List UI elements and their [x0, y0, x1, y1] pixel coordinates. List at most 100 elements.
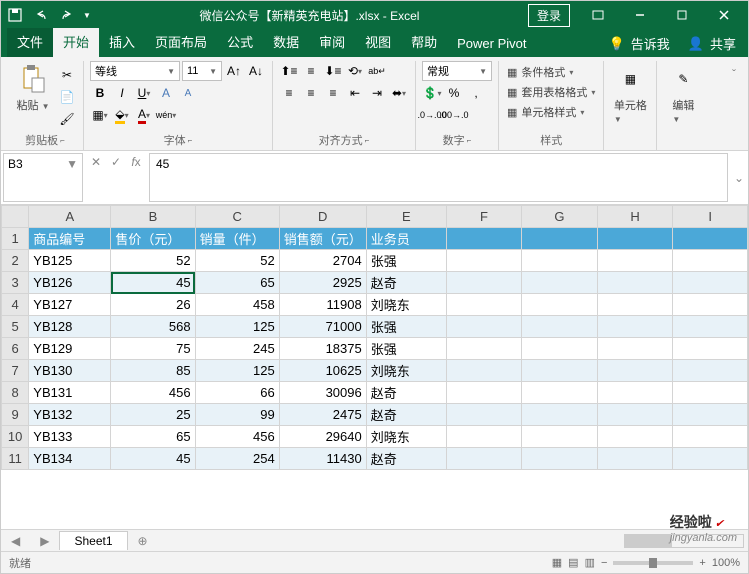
italic-button[interactable]: I	[112, 83, 132, 103]
header-cell[interactable]: 销售额（元）	[279, 228, 366, 250]
row-header[interactable]: 1	[2, 228, 29, 250]
header-cell[interactable]: 业务员	[366, 228, 446, 250]
decrease-font-icon[interactable]: A↓	[246, 61, 266, 81]
cell[interactable]: 2704	[279, 250, 366, 272]
cell[interactable]: 52	[195, 250, 279, 272]
worksheet[interactable]: ABCDEFGHI1商品编号售价（元）销量（件）销售额（元）业务员2YB1255…	[1, 205, 748, 529]
align-right-icon[interactable]: ≡	[323, 83, 343, 103]
indent-dec-icon[interactable]: ⇤	[345, 83, 365, 103]
row-header[interactable]: 6	[2, 338, 29, 360]
row-header[interactable]: 3	[2, 272, 29, 294]
cell[interactable]: 刘晓东	[366, 360, 446, 382]
orient-icon[interactable]: ⟲▾	[345, 61, 365, 81]
col-header[interactable]: D	[279, 206, 366, 228]
align-bot-icon[interactable]: ⬇≡	[323, 61, 343, 81]
cell[interactable]: 125	[195, 360, 279, 382]
increase-font-icon[interactable]: A↑	[224, 61, 244, 81]
cell[interactable]	[446, 294, 521, 316]
cell[interactable]	[522, 272, 598, 294]
ribbon-options-icon[interactable]	[578, 3, 618, 27]
align-top-icon[interactable]: ⬆≡	[279, 61, 299, 81]
dec-decimal-icon[interactable]: .00→.0	[444, 105, 464, 125]
cell[interactable]	[522, 294, 598, 316]
cell[interactable]	[597, 382, 673, 404]
cell[interactable]	[673, 404, 748, 426]
font-name-combo[interactable]: 等线▼	[90, 61, 180, 81]
header-cell[interactable]	[522, 228, 598, 250]
cell[interactable]: YB128	[29, 316, 111, 338]
cell[interactable]	[673, 250, 748, 272]
cancel-icon[interactable]: ✕	[87, 155, 105, 169]
cell[interactable]	[522, 426, 598, 448]
cell[interactable]: 赵奇	[366, 272, 446, 294]
font-color-icon[interactable]: A▾	[134, 105, 154, 125]
header-cell[interactable]: 销量（件）	[195, 228, 279, 250]
cells-button[interactable]: ▦单元格▼	[610, 61, 650, 127]
tab-formula[interactable]: 公式	[217, 28, 263, 57]
cell[interactable]: 29640	[279, 426, 366, 448]
cell[interactable]	[446, 404, 521, 426]
cell[interactable]	[522, 250, 598, 272]
cell[interactable]	[597, 448, 673, 470]
cell[interactable]: YB126	[29, 272, 111, 294]
cell[interactable]: 458	[195, 294, 279, 316]
cell[interactable]	[597, 404, 673, 426]
name-box[interactable]: B3▼	[3, 153, 83, 202]
cell[interactable]: 65	[195, 272, 279, 294]
collapse-ribbon-icon[interactable]: ˇ	[726, 61, 742, 150]
add-sheet-icon[interactable]: ⊕	[128, 534, 158, 548]
copy-icon[interactable]: 📄	[57, 87, 77, 107]
cell[interactable]: 65	[111, 426, 195, 448]
cell[interactable]	[446, 338, 521, 360]
zoom-level[interactable]: 100%	[712, 557, 740, 569]
tab-review[interactable]: 审阅	[309, 28, 355, 57]
undo-icon[interactable]	[31, 5, 51, 25]
wrap-icon[interactable]: ab↵	[367, 61, 387, 81]
col-header[interactable]: F	[446, 206, 521, 228]
cell[interactable]: 99	[195, 404, 279, 426]
currency-icon[interactable]: 💲▾	[422, 83, 442, 103]
cell[interactable]: 张强	[366, 316, 446, 338]
cell[interactable]: 2475	[279, 404, 366, 426]
percent-icon[interactable]: %	[444, 83, 464, 103]
underline-button[interactable]: U▾	[134, 83, 154, 103]
tab-layout[interactable]: 页面布局	[145, 28, 217, 57]
row-header[interactable]: 10	[2, 426, 29, 448]
cell[interactable]	[673, 272, 748, 294]
cell[interactable]: 125	[195, 316, 279, 338]
cell[interactable]	[522, 404, 598, 426]
cell[interactable]: 11430	[279, 448, 366, 470]
enter-icon[interactable]: ✓	[107, 155, 125, 169]
cell[interactable]	[597, 294, 673, 316]
tab-home[interactable]: 开始	[53, 28, 99, 57]
cell[interactable]: 赵奇	[366, 404, 446, 426]
cell[interactable]: 25	[111, 404, 195, 426]
save-icon[interactable]	[5, 5, 25, 25]
cell[interactable]: 71000	[279, 316, 366, 338]
cell[interactable]: 11908	[279, 294, 366, 316]
col-header[interactable]: B	[111, 206, 195, 228]
cell[interactable]	[673, 316, 748, 338]
cell[interactable]	[673, 426, 748, 448]
close-icon[interactable]	[704, 3, 744, 27]
cell[interactable]: 赵奇	[366, 382, 446, 404]
cell-style-button[interactable]: ▦单元格样式▾	[505, 103, 586, 121]
tab-insert[interactable]: 插入	[99, 28, 145, 57]
cell[interactable]	[446, 382, 521, 404]
col-header[interactable]: I	[673, 206, 748, 228]
cell[interactable]: YB133	[29, 426, 111, 448]
cell[interactable]: 52	[111, 250, 195, 272]
cell[interactable]: YB127	[29, 294, 111, 316]
cell[interactable]: 568	[111, 316, 195, 338]
fx-icon[interactable]: fx	[127, 155, 145, 169]
col-header[interactable]: C	[195, 206, 279, 228]
select-all[interactable]	[2, 206, 29, 228]
view-normal-icon[interactable]: ▦	[552, 556, 562, 569]
phonetic-icon[interactable]: wén▾	[156, 105, 176, 125]
login-button[interactable]: 登录	[528, 4, 570, 27]
tab-view[interactable]: 视图	[355, 28, 401, 57]
cell[interactable]	[522, 360, 598, 382]
header-cell[interactable]	[446, 228, 521, 250]
cell[interactable]	[597, 360, 673, 382]
cell[interactable]: 245	[195, 338, 279, 360]
